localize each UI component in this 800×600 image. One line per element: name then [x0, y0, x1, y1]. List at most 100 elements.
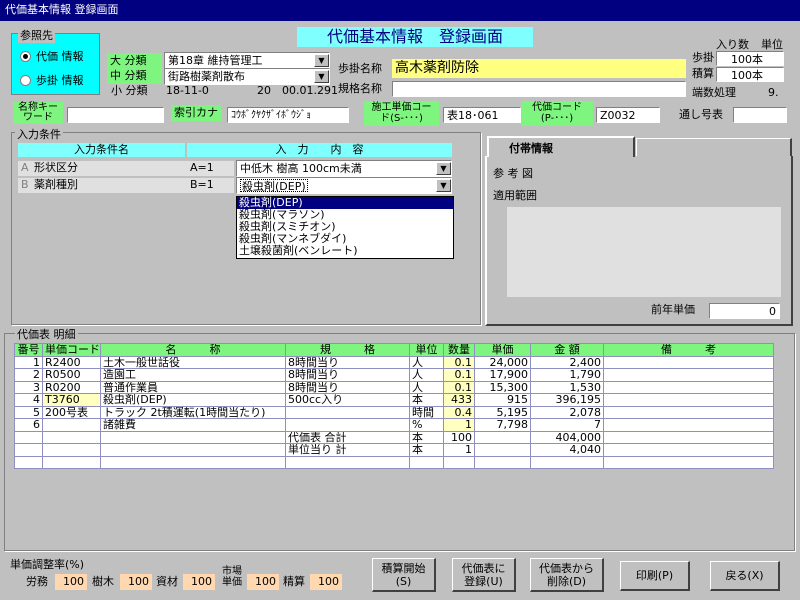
table-cell [285, 455, 410, 469]
cond-b-value: 殺虫剤(DEP) [240, 179, 308, 193]
table-cell [603, 393, 774, 407]
table-cell: 8時間当り [285, 368, 410, 382]
table-cell: 500cc入り [285, 393, 410, 407]
dai-label: 大 分類 [107, 53, 162, 69]
hasu-value: 9. [768, 86, 779, 99]
table-row[interactable]: 4 T3760 殺虫剤(DEP) 500cc入り本 433 915 396,195 [14, 393, 774, 407]
kikaku-name-field[interactable] [392, 81, 686, 97]
table-cell: 本 [409, 443, 444, 457]
detail-table: 番号 単価コード 名 称 規 格 単位 数量 単価 金 額 備 考 1 R2400… [14, 343, 774, 469]
chevron-down-icon[interactable]: ▼ [436, 162, 451, 175]
adjust-field-shijo[interactable]: 100 [247, 574, 279, 590]
dai-select-value: 第18章 維持管理工 [168, 54, 263, 67]
table-row[interactable]: 単位当り 計本 1 4,040 [14, 443, 774, 457]
chevron-down-icon[interactable]: ▼ [436, 179, 451, 192]
adjust-field-seisan[interactable]: 100 [310, 574, 342, 590]
table-cell: 造園工 [100, 368, 286, 382]
table-row[interactable]: 5 200号表 トラック 2t積運転(1時間当たり) 時間 0.4 5,195 2,078 [14, 405, 774, 419]
cond-a-name: 形状区分 [34, 161, 78, 174]
table-cell: 2,078 [530, 405, 604, 419]
table-row[interactable]: 6 諸雑費% 1 7,798 7 [14, 418, 774, 432]
table-cell: 1,530 [530, 380, 604, 394]
calc-start-button[interactable]: 積算開始(S) [372, 558, 436, 592]
chu-label: 中 分類 [107, 68, 162, 84]
page-title: 代価基本情報 登録画面 [297, 27, 533, 47]
table-cell: 24,000 [474, 355, 531, 369]
detail-header-row: 番号 単価コード 名 称 規 格 単位 数量 単価 金 額 備 考 [14, 343, 774, 357]
keyword-field[interactable] [67, 107, 164, 123]
table-cell: 7,798 [474, 418, 531, 432]
kana-field[interactable]: ｺｳﾎﾞｸﾔｸｻﾞｲﾎﾞｳｼﾞｮ [227, 107, 349, 123]
drug-dropdown-list: 殺虫剤(DEP) 殺虫剤(マラソン) 殺虫剤(スミチオン) 殺虫剤(マンネブダイ… [236, 196, 454, 259]
radio-bukake[interactable]: 歩掛 情報 [20, 72, 84, 88]
toshi-field[interactable] [733, 107, 787, 123]
bukake-unit-field[interactable]: 100本 [716, 51, 784, 66]
table-cell [285, 418, 410, 432]
radio-bukake-label: 歩掛 情報 [36, 74, 84, 87]
table-cell [409, 455, 444, 469]
adjust-title: 単価調整率(%) [10, 558, 85, 571]
sekou-field[interactable]: 表18･061 [443, 107, 521, 123]
table-cell [603, 430, 774, 444]
bukake-name-label: 歩掛名称 [338, 62, 382, 75]
tab-second[interactable] [636, 138, 792, 156]
table-row[interactable]: 1 R2400 土木一般世話役 8時間当り人 0.1 24,000 2,400 [14, 355, 774, 369]
sekisan-unit-field[interactable]: 100本 [716, 67, 784, 82]
keyword-label: 名称キーワード [13, 102, 63, 124]
print-button[interactable]: 印刷(P) [620, 561, 690, 591]
table-cell: 本 [409, 393, 444, 407]
adjust-field-jumoku[interactable]: 100 [120, 574, 152, 590]
daika-code-label: 代価コード(P-･･･) [521, 101, 593, 126]
table-cell [42, 430, 101, 444]
table-cell: 0.4 [443, 405, 475, 419]
chevron-down-icon[interactable]: ▼ [314, 70, 329, 83]
table-cell: 人 [409, 368, 444, 382]
table-cell: 1,790 [530, 368, 604, 382]
table-cell: 100 [443, 430, 475, 444]
register-button[interactable]: 代価表に登録(U) [452, 558, 516, 592]
table-cell: 本 [409, 430, 444, 444]
col-header: 規 格 [285, 343, 410, 357]
table-cell [474, 455, 531, 469]
table-cell [443, 455, 475, 469]
table-row[interactable]: 代価表 合計本 100 404,000 [14, 430, 774, 444]
kikaku-name-label: 規格名称 [338, 82, 382, 95]
table-cell: 7 [530, 418, 604, 432]
table-cell [603, 355, 774, 369]
col-header: 単価 [474, 343, 531, 357]
adjust-field-shizai[interactable]: 100 [183, 574, 215, 590]
zennen-field[interactable]: 0 [709, 303, 780, 319]
adjust-field-romu[interactable]: 100 [55, 574, 87, 590]
radio-daika[interactable]: 代価 情報 [20, 48, 84, 64]
bukake-name-field[interactable]: 高木薬剤防除 [392, 59, 686, 78]
dropdown-option[interactable]: 土壌殺菌剤(ベンレート) [237, 245, 453, 257]
back-button[interactable]: 戻る(X) [710, 561, 780, 591]
col-header: 名 称 [100, 343, 286, 357]
table-cell [603, 418, 774, 432]
dai-select[interactable]: 第18章 維持管理工 ▼ [164, 52, 330, 69]
col-header: 数量 [443, 343, 475, 357]
chu-select[interactable]: 街路樹薬剤散布 ▼ [164, 68, 330, 85]
table-cell: 人 [409, 380, 444, 394]
table-row[interactable]: 2 R0500 造園工 8時間当り人 0.1 17,900 1,790 [14, 368, 774, 382]
cond-b-code: B=1 [190, 178, 214, 191]
delete-button[interactable]: 代価表から削除(D) [530, 558, 604, 592]
table-cell [603, 455, 774, 469]
chevron-down-icon[interactable]: ▼ [314, 54, 329, 67]
adjust-label-romu: 労務 [26, 575, 48, 588]
cond-a-select[interactable]: 中低木 樹高 100cm未満 ▼ [236, 160, 452, 177]
col-header: 単価コード [42, 343, 101, 357]
table-cell: 0.1 [443, 368, 475, 382]
col-header: 単位 [409, 343, 444, 357]
table-cell: 代価表 合計 [285, 430, 410, 444]
table-cell: 17,900 [474, 368, 531, 382]
tab-futai[interactable]: 付帯情報 [487, 136, 635, 157]
table-row[interactable]: 3 R0200 普通作業員 8時間当り人 0.1 15,300 1,530 [14, 380, 774, 394]
daika-code-field[interactable]: Z0032 [596, 107, 660, 123]
hasu-label: 端数処理 [692, 86, 736, 99]
table-cell [42, 418, 101, 432]
table-cell: 5,195 [474, 405, 531, 419]
table-cell [603, 368, 774, 382]
table-row[interactable] [14, 455, 774, 469]
cond-b-select[interactable]: 殺虫剤(DEP) ▼ [236, 177, 452, 194]
